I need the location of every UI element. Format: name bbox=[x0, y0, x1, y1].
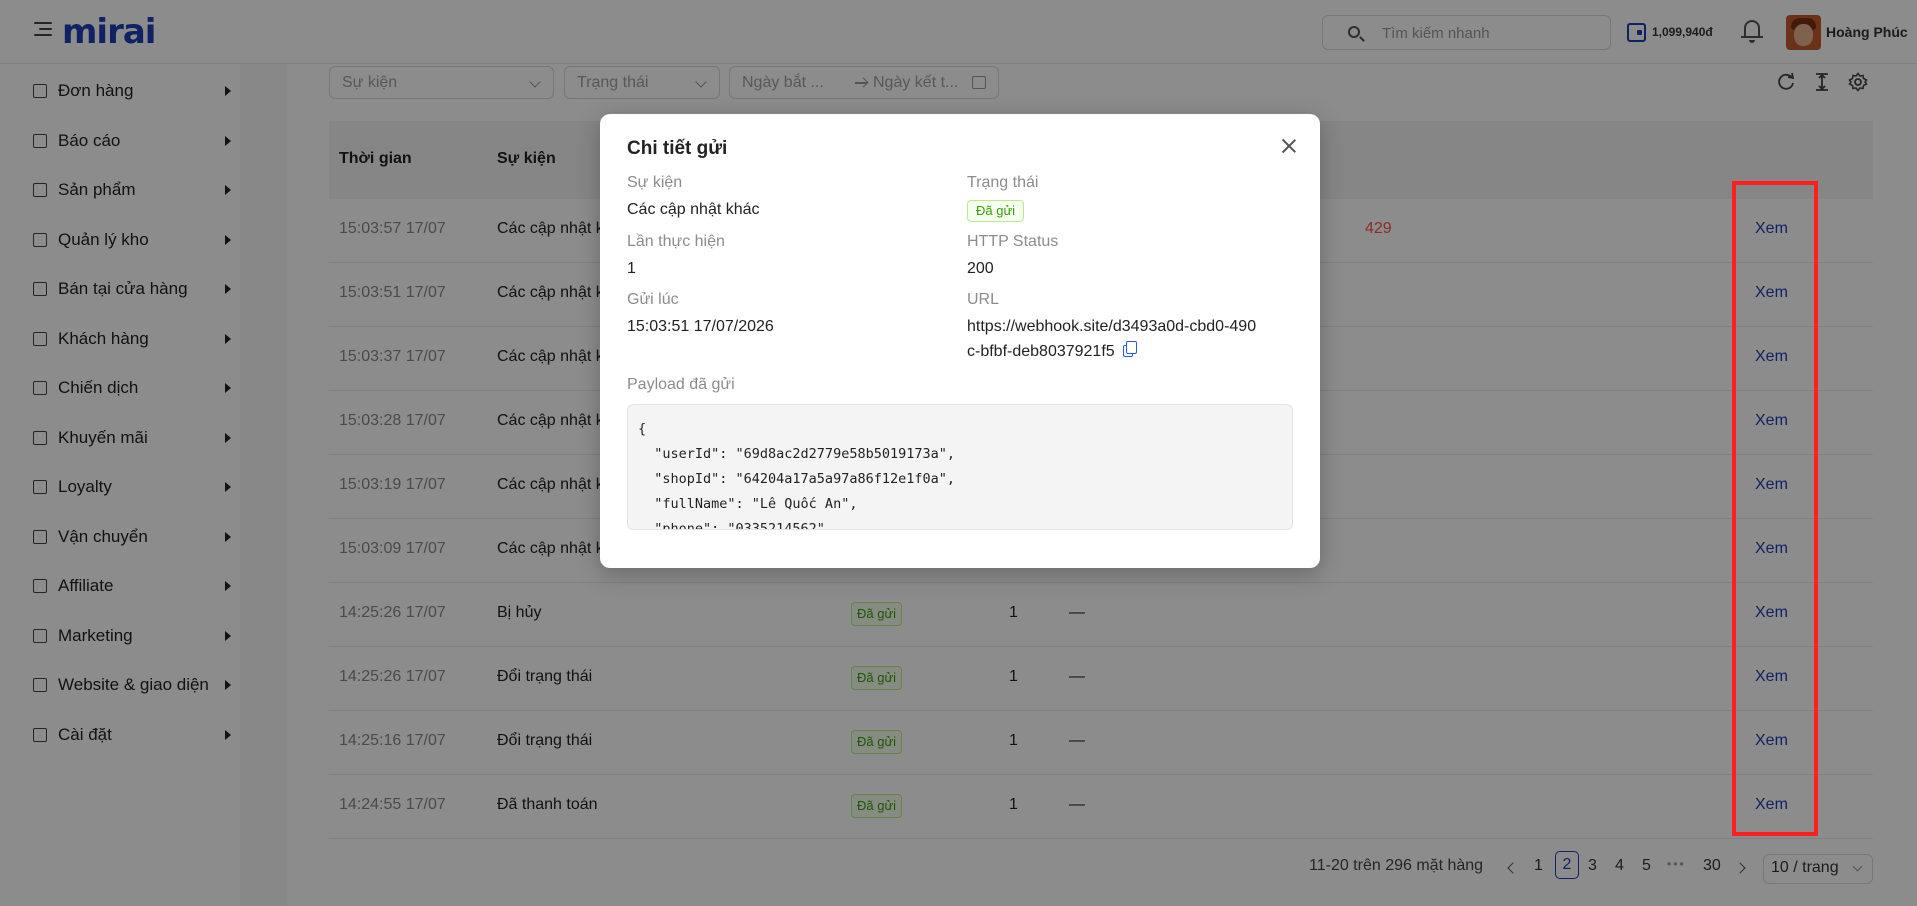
payload-code-block[interactable]: { "userId": "69d8ac2d2779e58b5019173a", … bbox=[627, 404, 1293, 530]
copy-icon[interactable] bbox=[1122, 341, 1137, 357]
url-label: URL bbox=[967, 291, 1000, 308]
event-label: Sự kiện bbox=[627, 174, 683, 191]
url-value-line-1: https://webhook.site/d3493a0d-cbd0-490 bbox=[967, 318, 1257, 335]
view-column-highlight bbox=[1732, 181, 1818, 836]
modal-title: Chi tiết gửi bbox=[627, 138, 728, 159]
url-value-line-2: c-bfbf-deb8037921f5 bbox=[967, 341, 1137, 361]
url-value-tail: c-bfbf-deb8037921f5 bbox=[967, 343, 1115, 360]
attempt-label: Lần thực hiện bbox=[627, 233, 725, 250]
sent-at-label: Gửi lúc bbox=[627, 291, 679, 308]
payload-label: Payload đã gửi bbox=[627, 376, 735, 393]
sent-at-value: 15:03:51 17/07/2026 bbox=[627, 318, 774, 335]
status-label: Trạng thái bbox=[967, 174, 1039, 191]
delivery-detail-modal: Chi tiết gửi Sự kiện Các cập nhật khác T… bbox=[600, 114, 1320, 568]
close-icon[interactable] bbox=[1279, 136, 1299, 156]
attempt-value: 1 bbox=[627, 260, 636, 277]
http-status-label: HTTP Status bbox=[967, 233, 1059, 250]
http-status-value: 200 bbox=[967, 260, 994, 277]
event-value: Các cập nhật khác bbox=[627, 201, 760, 218]
status-badge: Đã gửi bbox=[967, 200, 1025, 222]
payload-json: { "userId": "69d8ac2d2779e58b5019173a", … bbox=[638, 421, 955, 530]
